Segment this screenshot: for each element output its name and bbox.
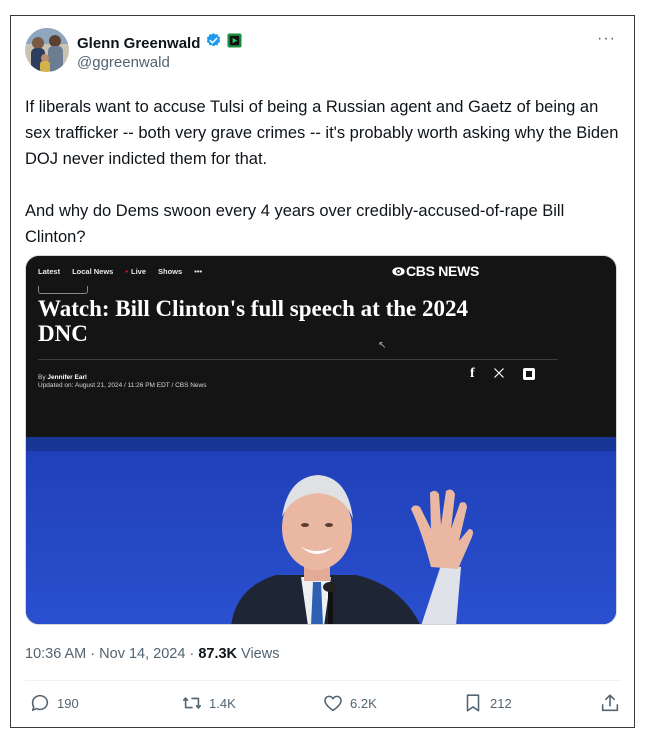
- avatar-photo: [25, 28, 69, 72]
- repost-icon: [182, 697, 202, 709]
- verified-badge-icon: [205, 32, 222, 54]
- actions-divider: [25, 680, 621, 681]
- cbs-nav-more: •••: [194, 267, 203, 276]
- media-attachment[interactable]: Latest Local News Live Shows ••• CBS NEW…: [25, 255, 617, 625]
- bookmark-count: 212: [490, 695, 512, 711]
- reply-button[interactable]: 190: [29, 692, 79, 714]
- cbs-nav-live: Live: [125, 267, 146, 276]
- tweet-time[interactable]: 10:36 AM: [25, 646, 86, 662]
- repost-button[interactable]: 1.4K: [181, 692, 236, 714]
- cbs-eye-icon: [392, 267, 405, 276]
- tweet-text: If liberals want to accuse Tulsi of bein…: [25, 98, 619, 246]
- speaker-photo: [26, 437, 616, 624]
- tweet-card: Glenn Greenwald @ggreenwald ··· If liber…: [10, 15, 635, 728]
- reply-count: 190: [57, 695, 79, 711]
- x-icon: [493, 367, 505, 382]
- tweet-meta: 10:36 AM · Nov 14, 2024 · 87.3K Views: [25, 646, 279, 662]
- cbs-nav: Latest Local News Live Shows •••: [38, 267, 202, 276]
- byline-updated: Updated on: August 21, 2024 / 11:26 PM E…: [38, 382, 207, 389]
- cbs-share-icons: f: [470, 366, 535, 382]
- video-frame: [26, 437, 616, 624]
- tweet-date[interactable]: Nov 14, 2024: [99, 646, 185, 662]
- heart-icon: [324, 695, 342, 712]
- cbs-logo-text: CBS NEWS: [406, 263, 480, 279]
- cbs-section-tag: [38, 286, 88, 294]
- cbs-nav-shows: Shows: [158, 267, 183, 276]
- bookmark-icon: [466, 694, 480, 712]
- cbs-divider: [38, 359, 558, 360]
- share-button[interactable]: [599, 692, 621, 714]
- author-display-name[interactable]: Glenn Greenwald: [77, 35, 200, 52]
- cbs-nav-latest: Latest: [38, 267, 61, 276]
- cbs-nav-local-news: Local News: [72, 267, 114, 276]
- cbs-article-header: Latest Local News Live Shows ••• CBS NEW…: [26, 256, 616, 437]
- author-handle[interactable]: @ggreenwald: [77, 54, 170, 71]
- meta-separator: ·: [86, 646, 100, 662]
- bookmark-button[interactable]: 212: [462, 692, 512, 714]
- views-label: Views: [237, 646, 280, 662]
- flipboard-icon: [522, 368, 535, 380]
- like-button[interactable]: 6.2K: [322, 692, 377, 714]
- byline-author: Jennifer Earl: [47, 374, 87, 381]
- cbs-news-logo: CBS NEWS: [392, 263, 479, 279]
- affiliate-badge-icon: [227, 33, 242, 53]
- author-avatar[interactable]: [25, 28, 69, 72]
- share-icon: [601, 694, 619, 712]
- like-count: 6.2K: [350, 695, 377, 711]
- more-options-icon[interactable]: ···: [597, 30, 616, 48]
- repost-count: 1.4K: [209, 695, 236, 711]
- cbs-byline: By Jennifer Earl Updated on: August 21, …: [38, 374, 207, 390]
- action-bar: 190 1.4K 6.2K 212: [25, 692, 621, 718]
- reply-icon: [31, 694, 49, 712]
- facebook-icon: f: [470, 366, 475, 381]
- byline-prefix: By: [38, 374, 48, 381]
- mouse-cursor-icon: ↖: [378, 340, 387, 351]
- cbs-headline: Watch: Bill Clinton's full speech at the…: [38, 296, 468, 346]
- views-count: 87.3K: [198, 646, 238, 662]
- meta-separator: ·: [185, 646, 199, 662]
